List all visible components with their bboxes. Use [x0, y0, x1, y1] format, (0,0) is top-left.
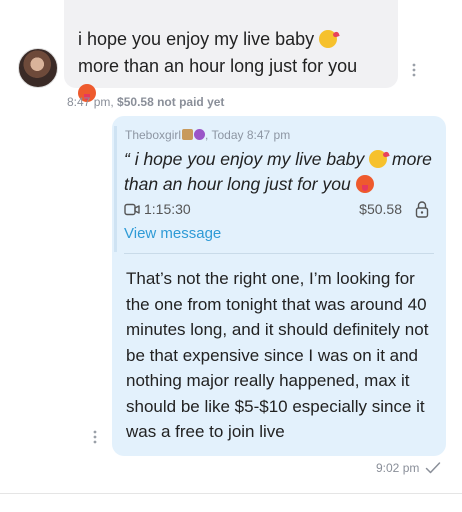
avatar[interactable]: [18, 48, 58, 88]
outgoing-time: 9:02 pm: [376, 461, 420, 475]
checkmark-icon: [425, 462, 441, 474]
video-duration: 1:15:30: [144, 201, 191, 217]
bottom-divider: [0, 493, 462, 494]
divider: [124, 253, 434, 254]
package-icon: [182, 129, 194, 140]
media-info-row: 1:15:30 $50.58: [124, 200, 434, 220]
devil-icon: [194, 129, 206, 140]
incoming-time: 8:47 pm,: [67, 95, 114, 109]
price-status: $50.58 not paid yet: [117, 95, 225, 109]
incoming-message-meta: 8:47 pm, $50.58 not paid yet: [67, 95, 224, 109]
hot-face-icon: [355, 175, 374, 193]
quote-bar: [114, 126, 117, 252]
view-message-link[interactable]: View message: [124, 225, 221, 242]
outgoing-message-text: That’s not the right one, I’m looking fo…: [126, 269, 429, 441]
more-options-icon[interactable]: [407, 62, 421, 78]
lock-icon: [415, 201, 429, 218]
kissing-face-icon: [369, 150, 388, 168]
quoted-message-text: “ i hope you enjoy my live baby more tha…: [124, 149, 432, 194]
quote-sender: Theboxgirl: [125, 128, 182, 142]
media-price: $50.58: [359, 201, 402, 217]
more-options-icon[interactable]: [88, 429, 102, 445]
video-icon: [124, 203, 140, 216]
kissing-face-icon: [319, 30, 338, 48]
quote-date: , Today 8:47 pm: [205, 128, 291, 142]
quote-header: Theboxgirl , Today 8:47 pm: [125, 128, 290, 142]
